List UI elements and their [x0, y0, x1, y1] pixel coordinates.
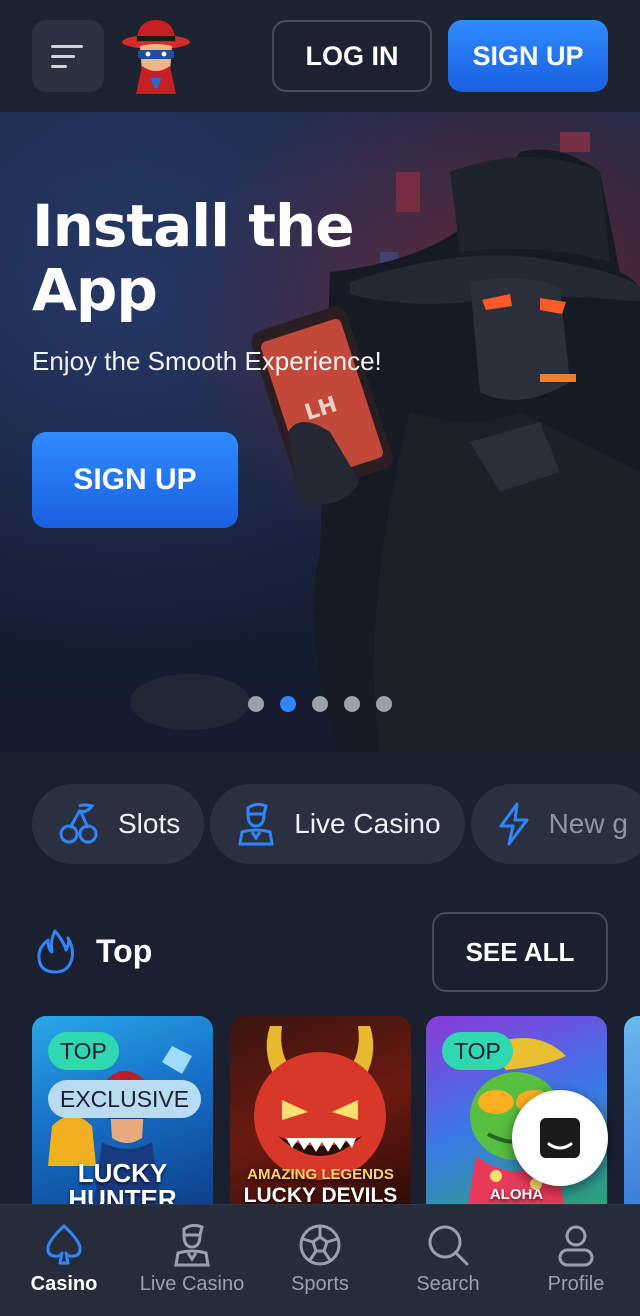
- game-tile[interactable]: [624, 1016, 640, 1204]
- dealer-icon: [174, 1223, 210, 1267]
- game-tile[interactable]: AMAZING LEGENDS LUCKY DEVILS: [230, 1016, 411, 1204]
- soccer-ball-icon: [299, 1224, 341, 1266]
- carousel-dot-active[interactable]: [280, 696, 296, 712]
- nav-live-casino[interactable]: Live Casino: [128, 1205, 256, 1316]
- cherries-icon: [59, 803, 98, 844]
- lightning-icon: [499, 802, 529, 846]
- exclusive-badge: EXCLUSIVE: [48, 1080, 202, 1118]
- nav-label: Casino: [30, 1273, 98, 1295]
- see-all-button[interactable]: SEE ALL: [432, 912, 608, 992]
- support-chat-button[interactable]: [512, 1090, 608, 1186]
- nav-label: Profile: [547, 1273, 605, 1295]
- chat-icon: [540, 1118, 580, 1158]
- hero-subtitle: Enjoy the Smooth Experience!: [32, 346, 382, 376]
- top-badge: TOP: [48, 1032, 119, 1070]
- casino-home-page: LOG IN SIGN UP LH Install the App Enjoy …: [0, 0, 640, 1316]
- category-label: Live Casino: [294, 808, 441, 839]
- carousel-dot[interactable]: [248, 696, 264, 712]
- nav-casino[interactable]: Casino: [0, 1205, 128, 1316]
- nav-search[interactable]: Search: [384, 1205, 512, 1316]
- section-title: Top: [96, 932, 153, 969]
- menu-button[interactable]: [32, 20, 104, 92]
- flame-icon: [37, 929, 74, 974]
- top-header: LOG IN SIGN UP: [0, 0, 640, 112]
- category-new-games[interactable]: New g: [470, 784, 640, 864]
- game-subtitle: AMAZING LEGENDS: [247, 1166, 394, 1183]
- login-button[interactable]: LOG IN: [272, 20, 432, 92]
- nav-profile[interactable]: Profile: [512, 1205, 640, 1316]
- carousel-dot[interactable]: [312, 696, 328, 712]
- hero-banner[interactable]: LH Install the App Enjoy the Smooth Expe…: [0, 112, 640, 752]
- user-icon: [558, 1225, 594, 1267]
- category-live-casino[interactable]: Live Casino: [210, 784, 465, 864]
- category-label: New g: [548, 808, 628, 839]
- carousel-dots: [248, 696, 392, 712]
- top-badge: TOP: [442, 1032, 513, 1070]
- hamburger-icon: [51, 45, 83, 68]
- nav-label: Search: [416, 1273, 480, 1295]
- game-title: LUCKY DEVILS: [243, 1184, 398, 1204]
- category-slots[interactable]: Slots: [32, 784, 205, 864]
- spade-icon: [46, 1224, 82, 1265]
- carousel-dot[interactable]: [344, 696, 360, 712]
- top-section-header: Top: [36, 928, 152, 974]
- game-title: ALOHA: [489, 1186, 544, 1203]
- signup-button[interactable]: SIGN UP: [448, 20, 608, 92]
- nav-label: Sports: [291, 1273, 349, 1295]
- dealer-icon: [238, 802, 275, 846]
- bottom-navigation: Casino Live Casino Sports Search Profile: [0, 1204, 640, 1316]
- hero-title: Install the App: [32, 192, 355, 324]
- game-tile[interactable]: TOP EXCLUSIVE LUCKY HUNTER: [32, 1016, 213, 1204]
- game-title: LUCKY HUNTER: [68, 1158, 177, 1204]
- masked-hunter-logo[interactable]: [120, 16, 192, 96]
- category-chips: Slots Live Casino New g: [32, 784, 640, 864]
- hero-signup-button[interactable]: SIGN UP: [32, 432, 238, 528]
- carousel-dot[interactable]: [376, 696, 392, 712]
- search-icon: [428, 1225, 469, 1266]
- nav-sports[interactable]: Sports: [256, 1205, 384, 1316]
- category-label: Slots: [118, 808, 181, 839]
- nav-label: Live Casino: [139, 1273, 245, 1295]
